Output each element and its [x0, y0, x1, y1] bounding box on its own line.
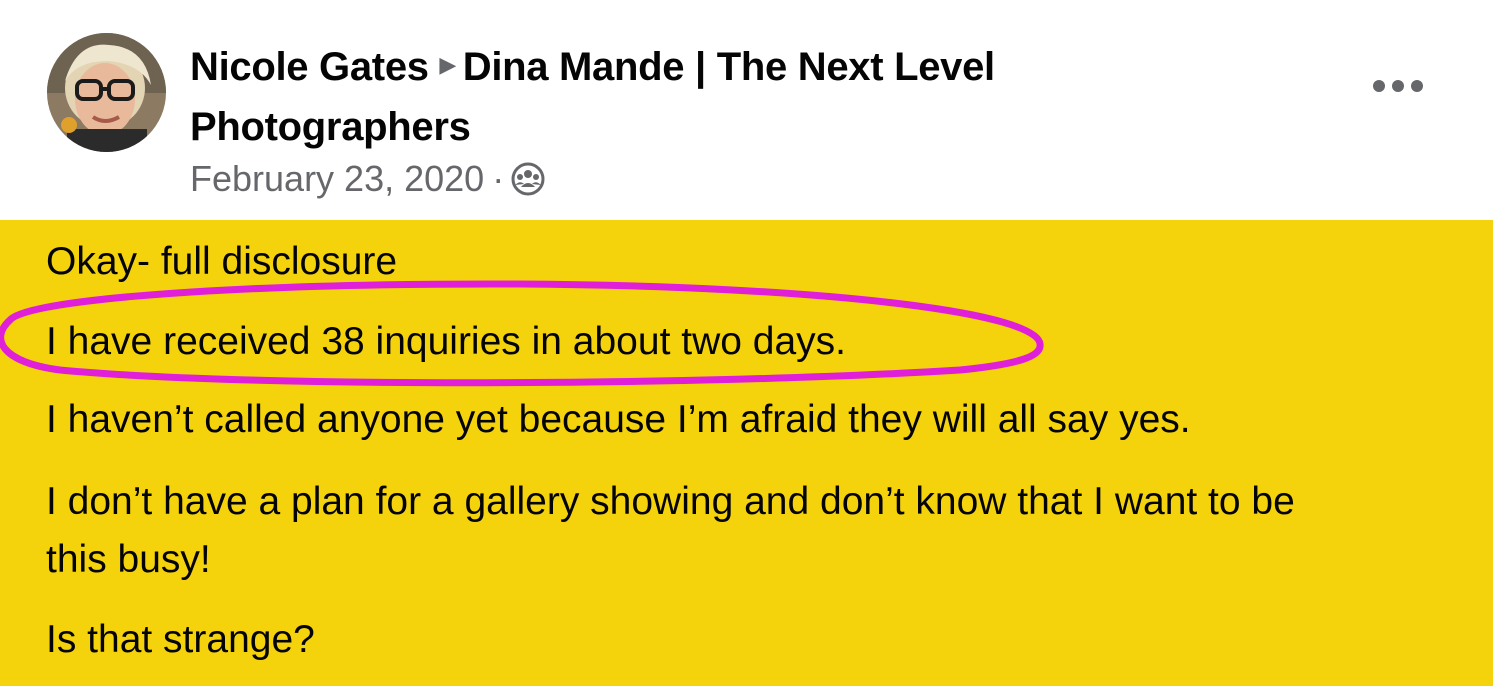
author-line: Nicole Gates ▶ Dina Mande | The Next Level…: [190, 38, 1190, 156]
body-line-highlighted: I have received 38 inquiries in about tw…: [46, 320, 846, 363]
avatar-image: [47, 33, 166, 152]
post-header: Nicole Gates ▶ Dina Mande | The Next Level…: [0, 0, 1493, 220]
post-meta: February 23, 2020 ·: [190, 154, 546, 204]
post-date[interactable]: February 23, 2020: [190, 154, 484, 204]
body-line: this busy!: [46, 538, 211, 581]
body-line: I don’t have a plan for a gallery showin…: [46, 480, 1295, 523]
body-line: Okay- full disclosure: [46, 240, 398, 283]
author-name[interactable]: Nicole Gates: [190, 45, 429, 89]
post-body: Okay- full disclosure I have received 38…: [0, 220, 1493, 686]
group-name-continued[interactable]: Photographers: [190, 105, 471, 149]
post-card: Nicole Gates ▶ Dina Mande | The Next Level…: [0, 0, 1493, 686]
body-line: I haven’t called anyone yet because I’m …: [46, 398, 1191, 441]
avatar[interactable]: [47, 33, 166, 152]
members-group-icon[interactable]: [510, 161, 546, 197]
body-line: Is that strange?: [46, 618, 315, 661]
meta-separator: ·: [492, 158, 505, 199]
caret-right-icon: ▶: [439, 52, 457, 78]
more-horizontal-icon[interactable]: [1360, 66, 1436, 106]
group-name[interactable]: Dina Mande | The Next Level: [463, 45, 995, 89]
